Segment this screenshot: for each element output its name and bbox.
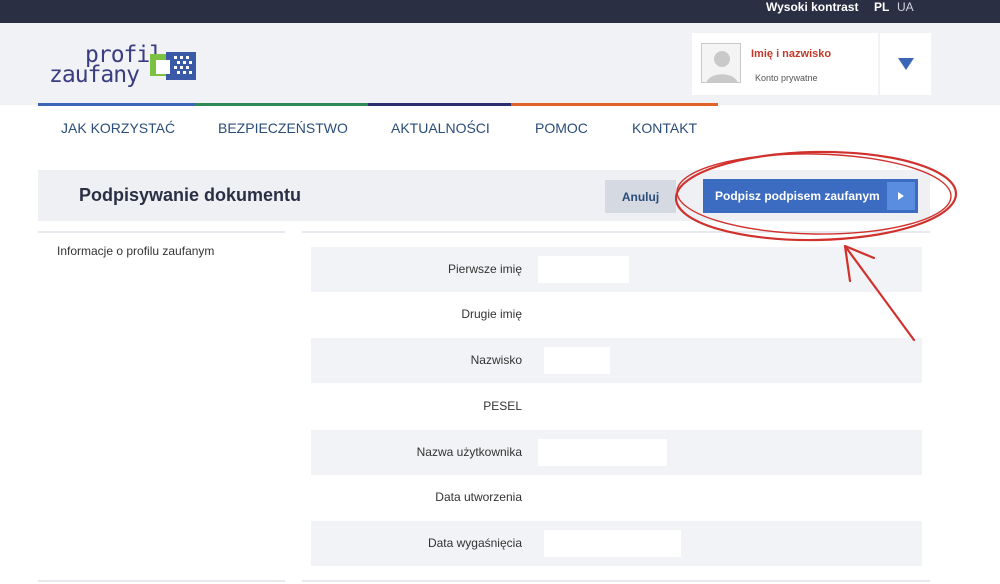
main-nav: JAK KORZYSTAĆ BEZPIECZEŃSTWO AKTUALNOŚCI… — [0, 118, 1000, 140]
cancel-button[interactable]: Anuluj — [605, 180, 676, 213]
nav-item-jak-korzystac[interactable]: JAK KORZYSTAĆ — [61, 118, 175, 138]
logo-mark-icon — [150, 52, 196, 80]
color-bar-navy — [368, 103, 511, 106]
detail-row: Pierwsze imię — [311, 247, 922, 292]
avatar — [701, 43, 741, 83]
high-contrast-link[interactable]: Wysoki kontrast — [766, 0, 858, 14]
arrow-right-icon — [887, 182, 915, 210]
detail-value-username — [538, 439, 667, 466]
language-pl-link[interactable]: PL — [874, 0, 889, 14]
detail-row: Nazwa użytkownika — [311, 430, 922, 475]
sign-with-trusted-signature-button[interactable]: Podpisz podpisem zaufanym — [703, 179, 918, 213]
sidebar-item-profile-info[interactable]: Informacje o profilu zaufanym — [57, 244, 214, 258]
detail-label-username: Nazwa użytkownika — [416, 445, 522, 459]
detail-value-first-name — [538, 256, 629, 283]
nav-item-aktualnosci[interactable]: AKTUALNOŚCI — [391, 118, 490, 138]
account-menu-button[interactable] — [880, 33, 931, 95]
detail-value-surname — [544, 347, 610, 374]
user-avatar-icon — [706, 51, 738, 82]
user-name: Imię i nazwisko — [751, 48, 832, 60]
detail-row: Data wygaśnięcia — [311, 521, 922, 566]
detail-value-expires — [544, 530, 681, 557]
sign-button-label: Podpisz podpisem zaufanym — [715, 189, 880, 203]
detail-row: PESEL — [311, 384, 922, 429]
color-bar-blue — [38, 103, 195, 106]
user-account-card[interactable]: Imię i nazwisko Konto prywatne — [692, 33, 878, 95]
nav-item-pomoc[interactable]: POMOC — [535, 118, 588, 138]
detail-label-first-name: Pierwsze imię — [447, 262, 522, 276]
detail-row: Data utworzenia — [311, 475, 922, 520]
triangle-down-icon — [897, 58, 914, 70]
color-bar-orange — [511, 103, 718, 106]
color-bar-green — [195, 103, 368, 106]
detail-label-created: Data utworzenia — [435, 490, 522, 504]
top-bar: Wysoki kontrast PL UA — [0, 0, 1000, 23]
detail-row: Drugie imię — [311, 292, 922, 337]
details-divider — [302, 231, 930, 233]
page-title: Podpisywanie dokumentu — [79, 185, 302, 205]
detail-label-surname: Nazwisko — [470, 353, 522, 367]
account-type: Konto prywatne — [755, 73, 818, 83]
profil-zaufany-logo[interactable]: profil zaufany — [49, 44, 209, 94]
language-ua-link[interactable]: UA — [897, 0, 914, 14]
sidebar-divider — [38, 231, 285, 233]
nav-item-kontakt[interactable]: KONTAKT — [632, 118, 697, 138]
details-divider-bottom — [302, 580, 930, 582]
logo-text-zaufany: zaufany — [49, 62, 140, 88]
nav-item-bezpieczenstwo[interactable]: BEZPIECZEŃSTWO — [218, 118, 348, 138]
sidebar-divider-bottom — [38, 580, 285, 582]
detail-label-expires: Data wygaśnięcia — [427, 536, 522, 550]
detail-label-pesel: PESEL — [483, 399, 522, 413]
detail-label-second-name: Drugie imię — [461, 307, 522, 321]
detail-row: Nazwisko — [311, 338, 922, 383]
action-bar: Podpisywanie dokumentu Anuluj Podpisz po… — [38, 170, 930, 221]
